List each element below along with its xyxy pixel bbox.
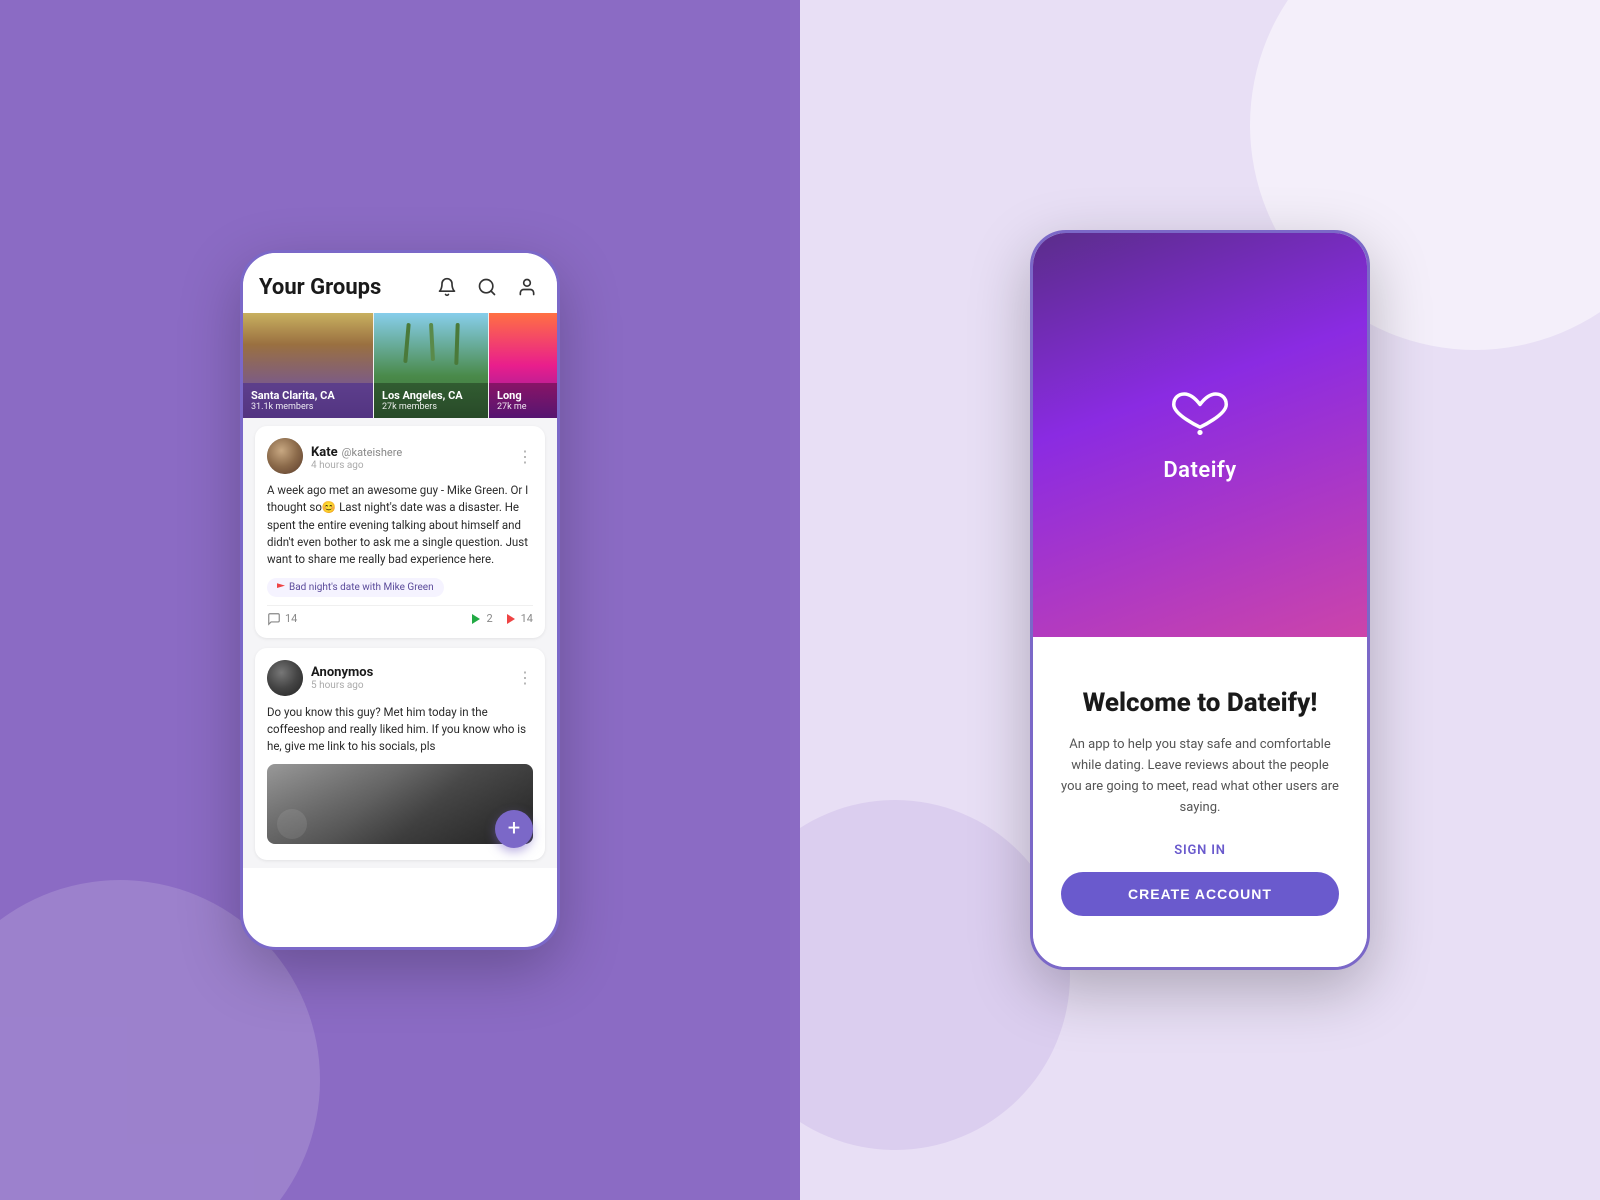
post-menu-kate[interactable]: ⋮ (517, 447, 533, 466)
post-card-anon: Anonymos 5 hours ago ⋮ Do you know this … (255, 648, 545, 860)
group-members-1: 31.1k members (251, 402, 365, 412)
welcome-title: Welcome to Dateify! (1083, 688, 1318, 719)
author-name-anon: Anonymos (311, 665, 517, 680)
dateify-welcome-section: Welcome to Dateify! An app to help you s… (1033, 637, 1367, 967)
post-tag-kate[interactable]: Bad night's date with Mike Green (267, 578, 444, 597)
post-text-kate: A week ago met an awesome guy - Mike Gre… (267, 482, 533, 568)
green-flag-action[interactable]: 2 (470, 612, 492, 625)
red-flag-count: 14 (521, 612, 533, 625)
left-phone-mockup: Your Groups (240, 250, 560, 950)
create-account-button[interactable]: CREATE ACCOUNT (1061, 872, 1339, 916)
group-name-3: Long (497, 389, 556, 402)
post-image-anon (267, 764, 533, 844)
author-handle-kate: @kateishere (342, 446, 403, 459)
post-card-kate: Kate @kateishere 4 hours ago ⋮ A week ag… (255, 426, 545, 638)
green-flag-count: 2 (486, 612, 492, 625)
right-phone-mockup: Dateify Welcome to Dateify! An app to he… (1030, 230, 1370, 970)
post-time-anon: 5 hours ago (311, 680, 517, 691)
group-card-2[interactable]: Los Angeles, CA 27k members (373, 313, 488, 418)
group-members-2: 27k members (382, 402, 481, 412)
bell-icon[interactable] (433, 273, 461, 301)
fab-button[interactable]: + (495, 810, 533, 848)
comment-count: 14 (285, 612, 297, 625)
search-icon[interactable] (473, 273, 501, 301)
right-panel: Dateify Welcome to Dateify! An app to he… (800, 0, 1600, 1200)
avatar-kate (267, 438, 303, 474)
dateify-app-name: Dateify (1163, 458, 1236, 483)
groups-title: Your Groups (259, 275, 433, 300)
dateify-header: Dateify (1033, 233, 1367, 637)
author-info-kate: Kate @kateishere 4 hours ago (311, 441, 517, 471)
welcome-desc: An app to help you stay safe and comfort… (1061, 735, 1339, 818)
post-time-kate: 4 hours ago (311, 460, 517, 471)
author-name-kate: Kate (311, 445, 338, 460)
post-actions-kate: 14 2 14 (267, 605, 533, 626)
post-author-row-anon: Anonymos 5 hours ago ⋮ (267, 660, 533, 696)
dateify-logo (1165, 387, 1235, 446)
comment-action[interactable]: 14 (267, 612, 297, 626)
user-icon[interactable] (513, 273, 541, 301)
post-text-anon: Do you know this guy? Met him today in t… (267, 704, 533, 756)
header-icons (433, 273, 541, 301)
post-menu-anon[interactable]: ⋮ (517, 668, 533, 687)
group-name-2: Los Angeles, CA (382, 389, 481, 402)
group-name-1: Santa Clarita, CA (251, 389, 365, 402)
tag-flag-icon (277, 583, 285, 591)
avatar-anon (267, 660, 303, 696)
signin-link[interactable]: SIGN IN (1174, 843, 1226, 858)
posts-container: Kate @kateishere 4 hours ago ⋮ A week ag… (243, 418, 557, 868)
left-panel: Your Groups (0, 0, 800, 1200)
red-flag-action[interactable]: 14 (505, 612, 533, 625)
groups-header: Your Groups (243, 253, 557, 313)
author-info-anon: Anonymos 5 hours ago (311, 665, 517, 691)
group-card-3[interactable]: Long 27k me (488, 313, 557, 418)
post-author-row-kate: Kate @kateishere 4 hours ago ⋮ (267, 438, 533, 474)
group-members-3: 27k me (497, 402, 556, 412)
group-card-1[interactable]: Santa Clarita, CA 31.1k members (243, 313, 373, 418)
groups-carousel: Santa Clarita, CA 31.1k members Los Ange… (243, 313, 557, 418)
